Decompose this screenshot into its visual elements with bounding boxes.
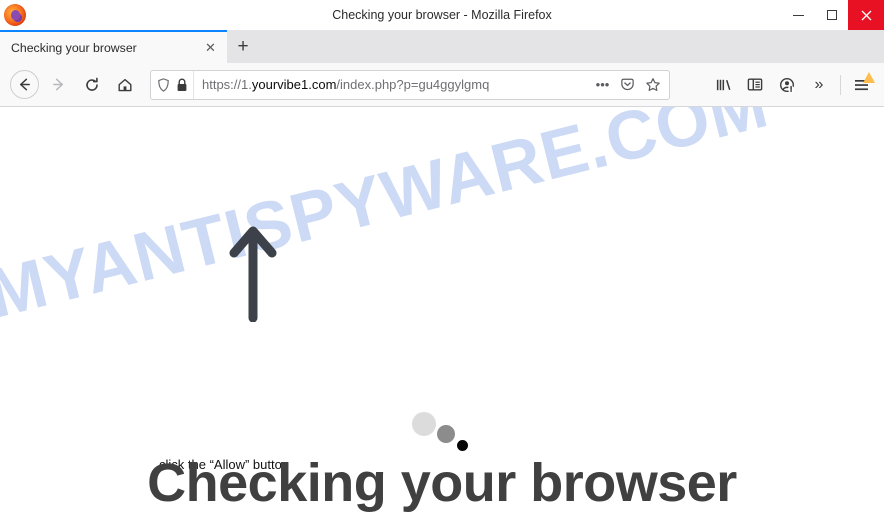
maximize-button[interactable] — [815, 0, 848, 30]
overflow-button[interactable]: » — [803, 68, 835, 101]
forward-arrow-icon — [53, 78, 63, 91]
close-button[interactable] — [848, 0, 884, 30]
account-icon — [779, 77, 795, 92]
address-bar[interactable]: https://1.yourvibe1.com/index.php?p=gu4g… — [150, 69, 670, 100]
watermark-text: MYANTISPYWARE.COM — [0, 107, 776, 333]
app-menu-button[interactable] — [846, 68, 878, 101]
home-button[interactable] — [108, 68, 141, 101]
close-icon — [861, 10, 871, 20]
url-scheme: https://1. — [202, 77, 252, 92]
window-title: Checking your browser - Mozilla Firefox — [332, 8, 552, 22]
url-host: yourvibe1.com — [251, 77, 337, 92]
page-content: MYANTISPYWARE.COM click the “Allow” butt… — [0, 107, 884, 529]
star-icon — [645, 77, 660, 91]
window-controls — [782, 0, 884, 30]
minimize-icon — [793, 14, 804, 16]
url-path: /index.php?p=gu4ggylgmq — [336, 77, 490, 92]
library-button[interactable] — [707, 68, 739, 101]
pocket-icon — [621, 78, 634, 91]
page-headline: Checking your browser — [147, 453, 737, 513]
toolbar-divider — [840, 74, 841, 95]
pocket-button[interactable] — [615, 71, 640, 99]
sidebar-icon — [747, 78, 763, 91]
browser-tab[interactable]: Checking your browser ✕ — [0, 30, 227, 63]
tracking-protection-shield-icon[interactable] — [157, 77, 170, 92]
reload-icon — [85, 77, 98, 91]
firefox-logo-icon — [4, 4, 26, 26]
loading-dot-3 — [457, 440, 468, 451]
bookmark-button[interactable] — [640, 71, 665, 99]
url-text[interactable]: https://1.yourvibe1.com/index.php?p=gu4g… — [194, 77, 590, 92]
tab-close-icon[interactable]: ✕ — [202, 39, 219, 56]
back-button[interactable] — [10, 70, 39, 99]
loading-dot-1 — [412, 412, 436, 436]
new-tab-button[interactable]: + — [227, 30, 259, 63]
minimize-button[interactable] — [782, 0, 815, 30]
reload-button[interactable] — [75, 68, 108, 101]
title-bar: Checking your browser - Mozilla Firefox — [0, 0, 884, 30]
account-button[interactable] — [771, 68, 803, 101]
up-arrow-pointer — [228, 222, 278, 322]
navigation-toolbar: https://1.yourvibe1.com/index.php?p=gu4g… — [0, 63, 884, 107]
padlock-icon[interactable] — [176, 78, 188, 92]
back-arrow-icon — [20, 78, 30, 91]
toolbar-right-group: » — [707, 68, 878, 101]
warning-triangle-icon — [863, 72, 875, 83]
loading-dot-2 — [437, 425, 455, 443]
page-actions-button[interactable]: ••• — [590, 71, 615, 99]
browser-window: Checking your browser - Mozilla Firefox … — [0, 0, 884, 529]
up-arrow-icon — [229, 226, 277, 322]
maximize-icon — [826, 10, 837, 20]
url-action-icons: ••• — [590, 71, 665, 99]
sidebar-button[interactable] — [739, 68, 771, 101]
tab-strip: Checking your browser ✕ + — [0, 30, 884, 63]
library-icon — [716, 79, 730, 90]
tab-label: Checking your browser — [11, 40, 137, 55]
identity-box[interactable] — [151, 70, 194, 99]
home-icon — [118, 78, 131, 91]
forward-button[interactable] — [42, 68, 75, 101]
